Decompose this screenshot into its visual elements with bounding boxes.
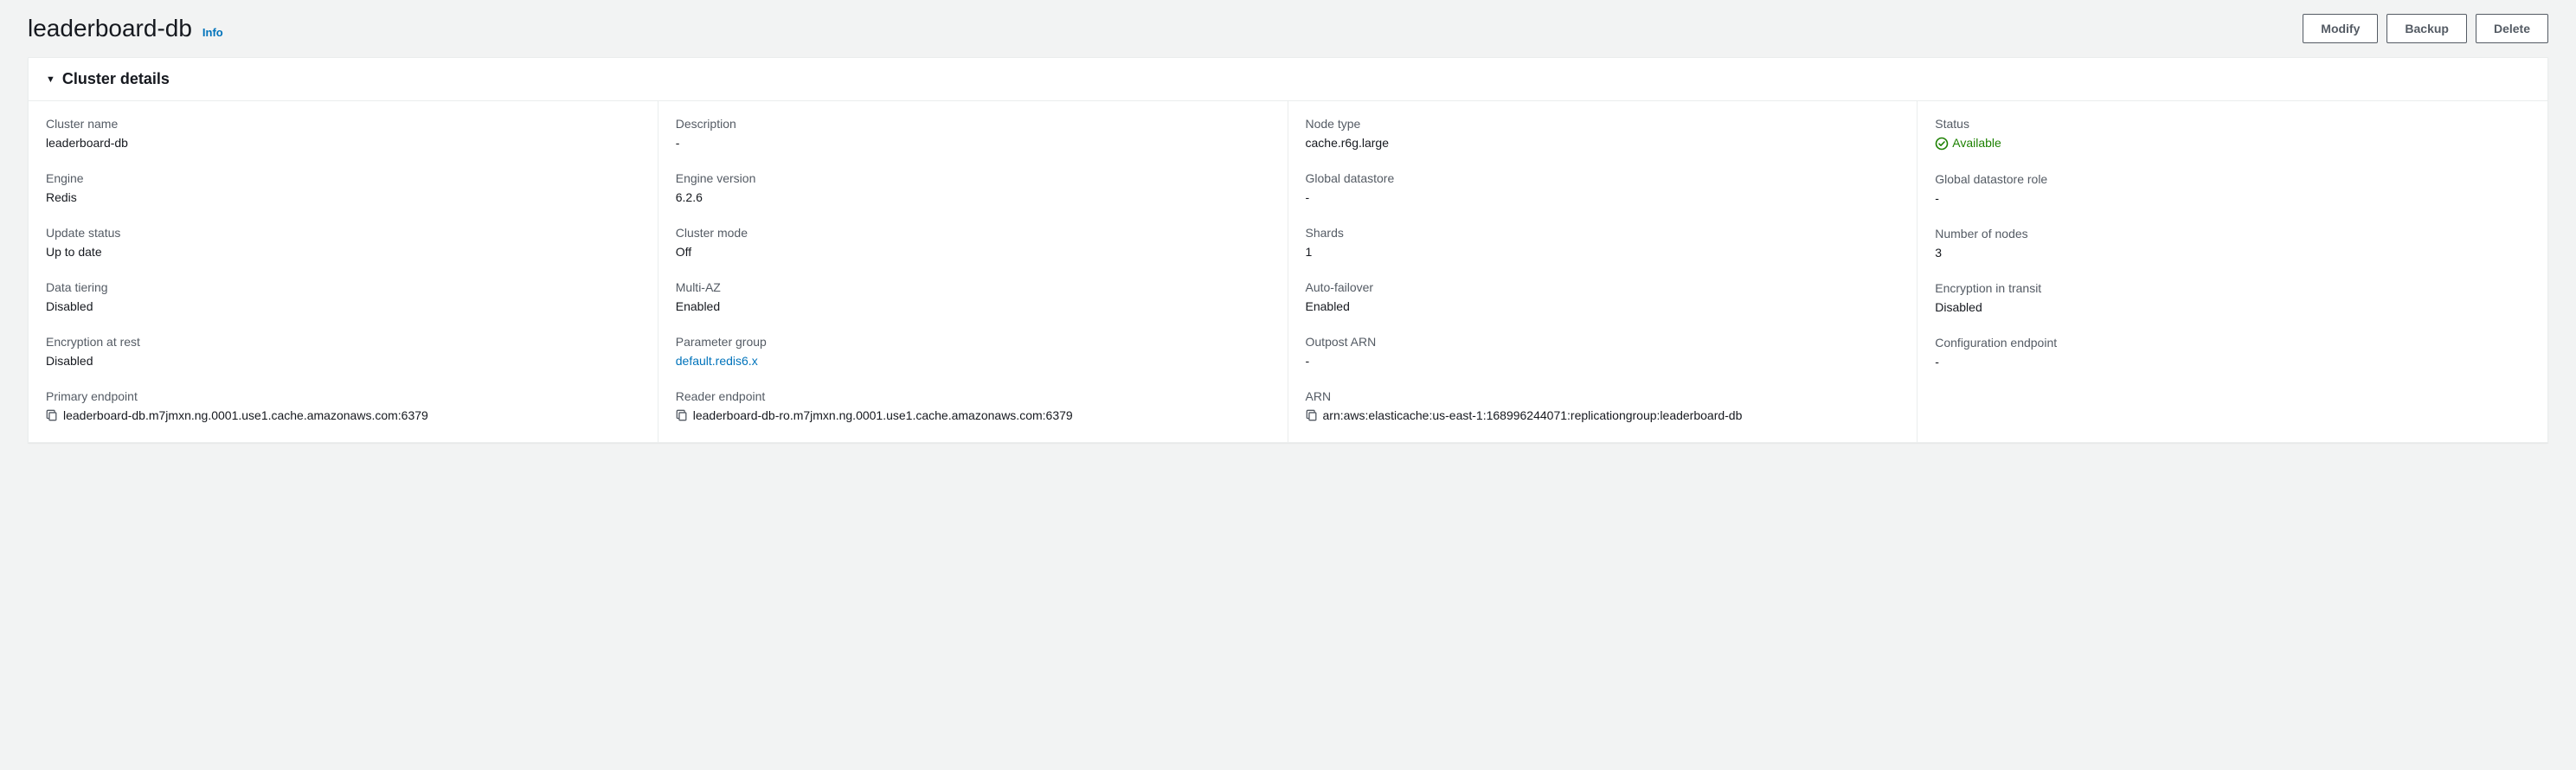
label: Update status [46, 226, 640, 240]
field-primary-endpoint: Primary endpoint leaderboard-db.m7jmxn.n… [46, 389, 640, 425]
field-engine: Engine Redis [46, 171, 640, 207]
label: Data tiering [46, 280, 640, 294]
details-grid: Cluster name leaderboard-db Engine Redis… [29, 101, 2547, 442]
field-auto-failover: Auto-failover Enabled [1306, 280, 1900, 316]
label: Reader endpoint [676, 389, 1270, 403]
field-description: Description - [676, 117, 1270, 152]
label: Parameter group [676, 335, 1270, 349]
field-shards: Shards 1 [1306, 226, 1900, 261]
backup-button[interactable]: Backup [2386, 14, 2467, 43]
value: 6.2.6 [676, 190, 703, 204]
label: Encryption in transit [1935, 281, 2530, 295]
parameter-group-link[interactable]: default.redis6.x [676, 354, 758, 368]
label: Global datastore role [1935, 172, 2530, 186]
cluster-details-panel: ▼ Cluster details Cluster name leaderboa… [28, 57, 2548, 443]
field-arn: ARN arn:aws:elasticache:us-east-1:168996… [1306, 389, 1900, 425]
check-circle-icon [1935, 137, 1949, 151]
status-badge: Available [1935, 134, 2001, 152]
value: Enabled [676, 299, 720, 313]
value: Disabled [46, 354, 93, 368]
copy-icon[interactable] [676, 409, 688, 421]
label: ARN [1306, 389, 1900, 403]
panel-title: Cluster details [62, 70, 170, 88]
field-data-tiering: Data tiering Disabled [46, 280, 640, 316]
details-col-2: Description - Engine version 6.2.6 Clust… [658, 101, 1288, 442]
label: Status [1935, 117, 2530, 131]
field-update-status: Update status Up to date [46, 226, 640, 261]
value: Up to date [46, 245, 102, 259]
field-encryption-in-transit: Encryption in transit Disabled [1935, 281, 2530, 317]
label: Shards [1306, 226, 1900, 240]
label: Description [676, 117, 1270, 131]
title-wrap: leaderboard-db Info [28, 15, 223, 42]
copy-icon[interactable] [46, 409, 58, 421]
value: Redis [46, 190, 77, 204]
label: Encryption at rest [46, 335, 640, 349]
field-global-datastore: Global datastore - [1306, 171, 1900, 207]
value: - [1306, 190, 1310, 204]
value: Enabled [1306, 299, 1350, 313]
value: - [676, 136, 680, 150]
label: Cluster name [46, 117, 640, 131]
value: leaderboard-db-ro.m7jmxn.ng.0001.use1.ca… [693, 407, 1073, 425]
info-link[interactable]: Info [202, 26, 223, 39]
caret-down-icon: ▼ [46, 74, 55, 85]
value: Disabled [1935, 300, 1982, 314]
field-outpost-arn: Outpost ARN - [1306, 335, 1900, 370]
field-status: Status Available [1935, 117, 2530, 153]
value: Disabled [46, 299, 93, 313]
copy-icon[interactable] [1306, 409, 1318, 421]
value: leaderboard-db [46, 136, 128, 150]
value: - [1306, 354, 1310, 368]
status-text: Available [1952, 134, 2001, 152]
copy-row: leaderboard-db.m7jmxn.ng.0001.use1.cache… [46, 407, 640, 425]
action-buttons: Modify Backup Delete [2303, 14, 2548, 43]
page-header: leaderboard-db Info Modify Backup Delete [0, 0, 2576, 57]
label: Multi-AZ [676, 280, 1270, 294]
field-node-type: Node type cache.r6g.large [1306, 117, 1900, 152]
label: Cluster mode [676, 226, 1270, 240]
field-engine-version: Engine version 6.2.6 [676, 171, 1270, 207]
value: Off [676, 245, 691, 259]
label: Primary endpoint [46, 389, 640, 403]
label: Configuration endpoint [1935, 336, 2530, 350]
value: leaderboard-db.m7jmxn.ng.0001.use1.cache… [63, 407, 428, 425]
copy-row: leaderboard-db-ro.m7jmxn.ng.0001.use1.ca… [676, 407, 1270, 425]
field-multi-az: Multi-AZ Enabled [676, 280, 1270, 316]
field-cluster-mode: Cluster mode Off [676, 226, 1270, 261]
value: 3 [1935, 246, 1942, 260]
field-global-datastore-role: Global datastore role - [1935, 172, 2530, 208]
field-configuration-endpoint: Configuration endpoint - [1935, 336, 2530, 371]
page-title: leaderboard-db [28, 15, 192, 42]
label: Engine version [676, 171, 1270, 185]
field-cluster-name: Cluster name leaderboard-db [46, 117, 640, 152]
copy-row: arn:aws:elasticache:us-east-1:1689962440… [1306, 407, 1900, 425]
modify-button[interactable]: Modify [2303, 14, 2378, 43]
details-col-1: Cluster name leaderboard-db Engine Redis… [29, 101, 658, 442]
panel-header[interactable]: ▼ Cluster details [29, 58, 2547, 101]
field-number-of-nodes: Number of nodes 3 [1935, 227, 2530, 262]
field-reader-endpoint: Reader endpoint leaderboard-db-ro.m7jmxn… [676, 389, 1270, 425]
value: - [1935, 191, 1939, 205]
label: Global datastore [1306, 171, 1900, 185]
delete-button[interactable]: Delete [2476, 14, 2548, 43]
field-encryption-at-rest: Encryption at rest Disabled [46, 335, 640, 370]
value: - [1935, 355, 1939, 369]
label: Auto-failover [1306, 280, 1900, 294]
value: cache.r6g.large [1306, 136, 1390, 150]
details-col-4: Status Available Global datastore role -… [1918, 101, 2547, 442]
label: Outpost ARN [1306, 335, 1900, 349]
label: Engine [46, 171, 640, 185]
value: arn:aws:elasticache:us-east-1:1689962440… [1323, 407, 1743, 425]
label: Node type [1306, 117, 1900, 131]
field-parameter-group: Parameter group default.redis6.x [676, 335, 1270, 370]
details-col-3: Node type cache.r6g.large Global datasto… [1288, 101, 1918, 442]
value: 1 [1306, 245, 1313, 259]
label: Number of nodes [1935, 227, 2530, 241]
